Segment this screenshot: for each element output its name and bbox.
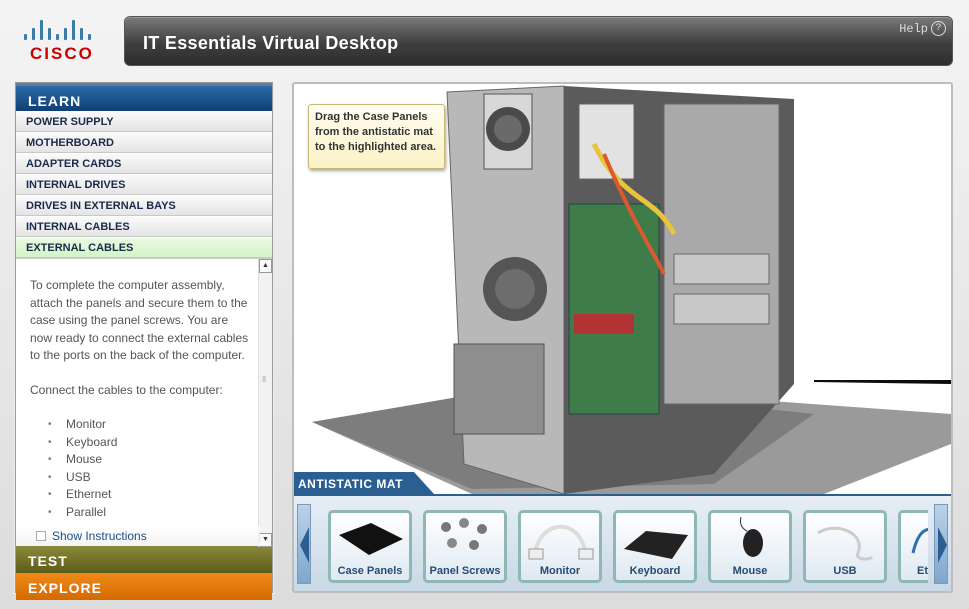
tray-scroll-right-button[interactable] [934, 504, 948, 584]
menu-item-motherboard[interactable]: MOTHERBOARD [16, 132, 272, 153]
tile-label: Et [917, 565, 928, 577]
learn-section-header[interactable]: LEARN [16, 83, 272, 111]
tile-label: Panel Screws [429, 565, 501, 577]
tile-label: Case Panels [337, 565, 403, 577]
expansion-slots [453, 343, 545, 435]
tile-monitor[interactable]: Monitor [518, 510, 602, 583]
cisco-logo-bars [18, 18, 108, 40]
menu-item-internal-cables[interactable]: INTERNAL CABLES [16, 216, 272, 237]
component-tiles: Case Panels Panel Screws Monitor Keyboar… [328, 506, 928, 586]
instructions-scrollbar[interactable]: ▲ ≡ ≡ ▼ [258, 259, 272, 547]
show-instructions-label: Show Instructions [52, 529, 147, 543]
menu-item-adapter-cards[interactable]: ADAPTER CARDS [16, 153, 272, 174]
menu-item-power-supply[interactable]: POWER SUPPLY [16, 111, 272, 132]
mouse-icon [740, 516, 763, 557]
arrow-left-icon [300, 527, 309, 563]
help-label: Help [899, 21, 928, 36]
menu-item-internal-drives[interactable]: INTERNAL DRIVES [16, 174, 272, 195]
tile-panel-screws[interactable]: Panel Screws [423, 510, 507, 583]
cable-list: Monitor Keyboard Mouse USB Ethernet Para… [48, 416, 252, 521]
list-item: Mouse [48, 451, 252, 469]
list-item: Keyboard [48, 434, 252, 452]
show-instructions-toggle[interactable]: Show Instructions [16, 526, 260, 546]
tile-label: Keyboard [629, 565, 681, 577]
instructions-pane: To complete the computer assembly, attac… [16, 258, 272, 547]
case-panels-icon [339, 523, 403, 555]
list-item: Monitor [48, 416, 252, 434]
background-white-area [811, 84, 951, 380]
test-section-header[interactable]: TEST [16, 546, 272, 573]
help-icon: ? [931, 21, 946, 36]
list-item: Ethernet [48, 486, 252, 504]
cisco-logo-text: CISCO [30, 44, 94, 63]
tile-mouse[interactable]: Mouse [708, 510, 792, 583]
left-panel: LEARN POWER SUPPLY MOTHERBOARD ADAPTER C… [15, 82, 273, 600]
tile-keyboard[interactable]: Keyboard [613, 510, 697, 583]
workspace-stage: Drag the Case Panels from the antistatic… [292, 82, 953, 593]
monitor-cable-icon [528, 524, 594, 560]
usb-cable-icon [817, 526, 874, 561]
instructions-paragraph-1: To complete the computer assembly, attac… [30, 278, 249, 362]
antistatic-mat-label: ANTISTATIC MAT [294, 472, 434, 494]
tile-label: Monitor [539, 565, 581, 577]
tile-label: USB [833, 565, 857, 577]
scroll-up-icon[interactable]: ▲ [259, 259, 272, 273]
instructions-text: To complete the computer assembly, attac… [30, 277, 252, 521]
tray-scroll-left-button[interactable] [297, 504, 311, 584]
help-button[interactable]: Help ? [899, 21, 946, 36]
list-item: USB [48, 469, 252, 487]
instructions-paragraph-2: Connect the cables to the computer: [30, 382, 223, 397]
explore-section-header[interactable]: EXPLORE [16, 573, 272, 600]
ethernet-cable-icon [911, 528, 928, 554]
scroll-down-icon[interactable]: ▼ [259, 533, 272, 547]
title-bar: IT Essentials Virtual Desktop Help ? [124, 16, 953, 66]
menu-item-external-cables[interactable]: EXTERNAL CABLES [16, 237, 272, 258]
tile-label: Mouse [732, 565, 768, 577]
drive-bay-2 [673, 293, 770, 325]
keyboard-icon [624, 531, 688, 559]
arrow-right-icon [938, 527, 947, 563]
app-title: IT Essentials Virtual Desktop [143, 33, 399, 53]
tile-case-panels[interactable]: Case Panels [328, 510, 412, 583]
instruction-tooltip: Drag the Case Panels from the antistatic… [308, 104, 445, 169]
drive-bay-1 [673, 253, 770, 285]
scroll-grip-icon[interactable]: ≡ ≡ [262, 375, 266, 385]
list-item: Parallel [48, 504, 252, 522]
panel-screws-icon [441, 518, 487, 550]
checkbox-icon[interactable] [36, 531, 46, 541]
ram-module [574, 314, 634, 334]
cisco-logo: CISCO [18, 18, 108, 68]
motherboard [568, 203, 660, 415]
tile-ethernet[interactable]: Et [898, 510, 928, 583]
tile-usb[interactable]: USB [803, 510, 887, 583]
menu-item-drives-external-bays[interactable]: DRIVES IN EXTERNAL BAYS [16, 195, 272, 216]
antistatic-mat-tray: Case Panels Panel Screws Monitor Keyboar… [294, 494, 951, 591]
